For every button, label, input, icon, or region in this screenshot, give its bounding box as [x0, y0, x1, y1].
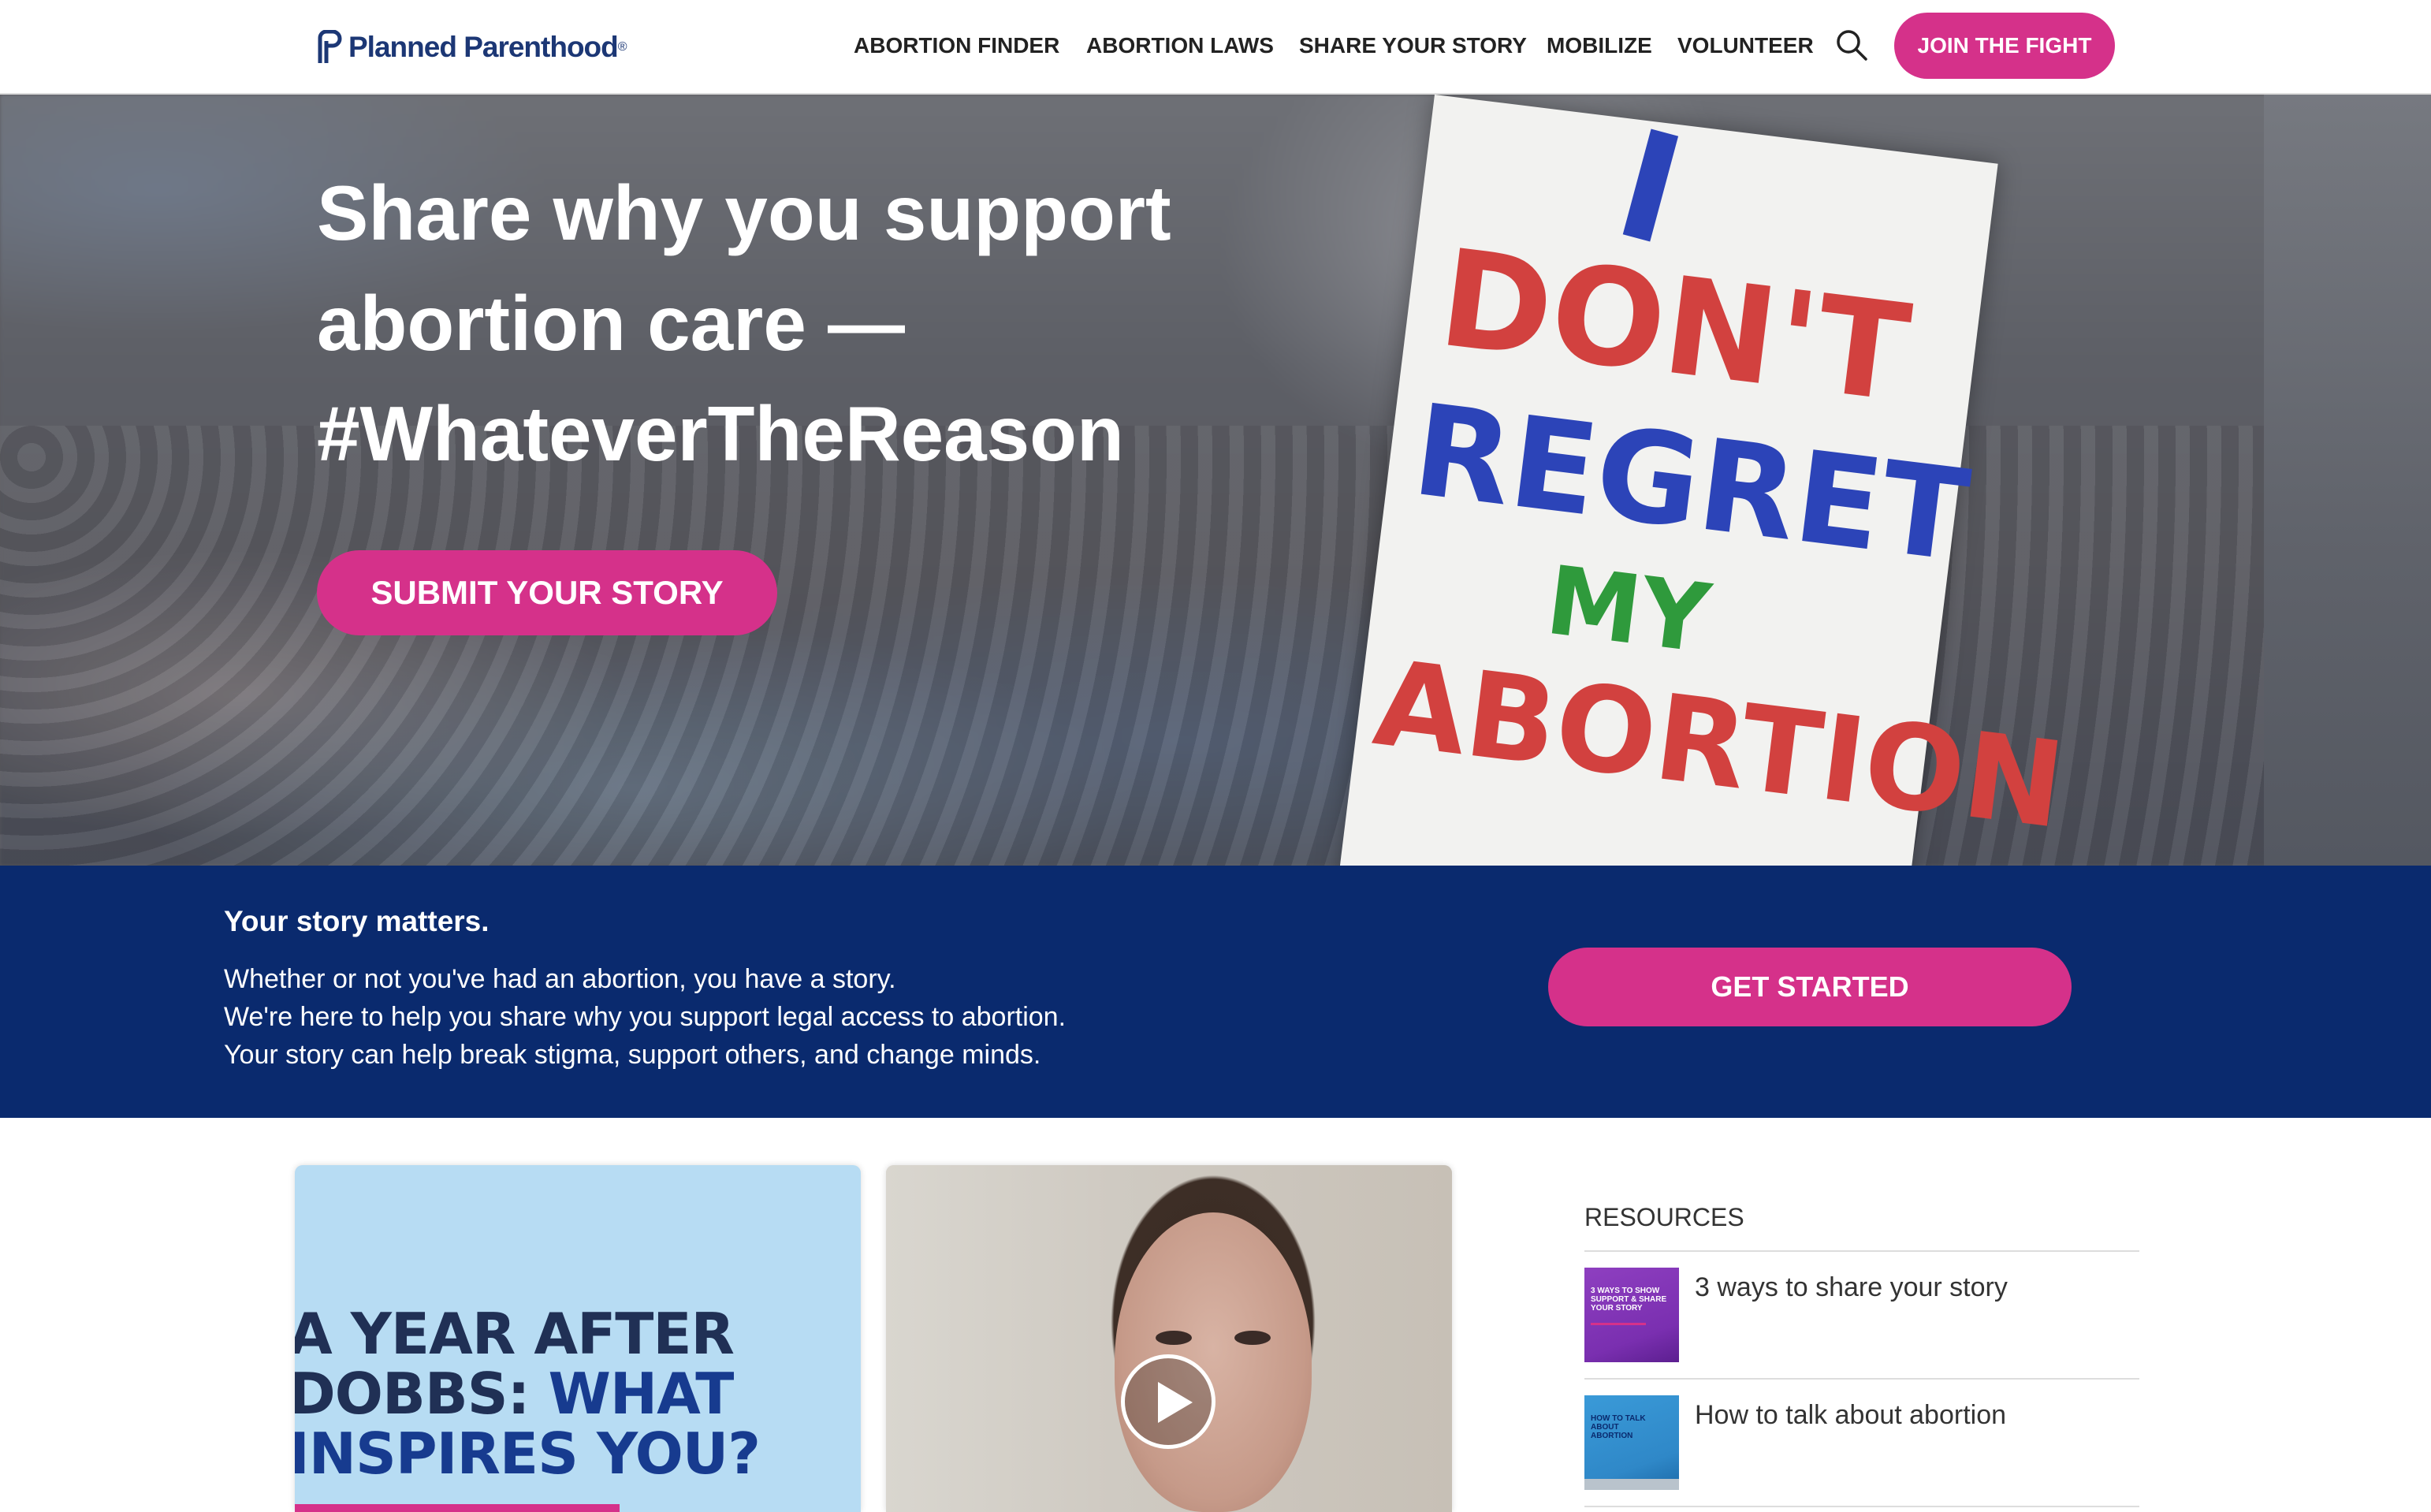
card-title-dark: DOBBS: — [295, 1361, 549, 1427]
video-person-eye — [1234, 1331, 1271, 1345]
band-description: Whether or not you've had an abortion, y… — [224, 960, 1066, 1074]
video-card[interactable] — [886, 1165, 1452, 1512]
hero-title-line: abortion care — — [317, 280, 906, 367]
planned-parenthood-logo[interactable]: Planned Parenthood ® — [315, 28, 627, 66]
hero-right-edge — [2264, 95, 2431, 866]
thumbnail-accent — [1591, 1323, 1646, 1325]
play-button[interactable] — [1121, 1354, 1216, 1449]
nav-abortion-finder[interactable]: ABORTION FINDER — [854, 28, 1059, 63]
story-matters-band: Your story matters. Whether or not you'v… — [0, 866, 2431, 1118]
resource-thumbnail-text: HOW TO TALK ABOUT ABORTION — [1591, 1414, 1646, 1440]
card-pink-underline — [295, 1504, 620, 1512]
get-started-button[interactable]: GET STARTED — [1548, 948, 2072, 1026]
logo-registered: ® — [617, 40, 627, 54]
card-title-line: INSPIRES YOU? — [295, 1421, 761, 1487]
join-the-fight-button[interactable]: JOIN THE FIGHT — [1894, 13, 2115, 79]
resources-sidebar: RESOURCES 3 WAYS TO SHOW SUPPORT & SHARE… — [1584, 1198, 2139, 1507]
card-title-blue: WHAT — [548, 1361, 734, 1427]
band-line: Whether or not you've had an abortion, y… — [224, 964, 896, 994]
video-person-eye — [1156, 1331, 1192, 1345]
resource-item[interactable]: 3 WAYS TO SHOW SUPPORT & SHARE YOUR STOR… — [1584, 1252, 2139, 1380]
dobbs-card-title: A YEAR AFTER DOBBS: WHAT INSPIRES YOU? — [295, 1301, 761, 1487]
protest-sign: I DON'T REGRET MY ABORTION — [1328, 95, 2071, 866]
search-button[interactable] — [1833, 27, 1870, 63]
site-header: Planned Parenthood ® ABORTION FINDER ABOR… — [0, 0, 2431, 95]
resource-item[interactable]: HOW TO TALK ABOUT ABORTION How to talk a… — [1584, 1380, 2139, 1507]
hero-title-line: #WhateverTheReason — [317, 390, 1124, 477]
hero-crowd-texture — [0, 426, 2431, 866]
resource-thumbnail-text: 3 WAYS TO SHOW SUPPORT & SHARE YOUR STOR… — [1591, 1287, 1667, 1313]
hero-title-line: Share why you support — [317, 169, 1171, 256]
resource-thumbnail: HOW TO TALK ABOUT ABORTION — [1584, 1395, 1679, 1490]
nav-share-your-story[interactable]: SHARE YOUR STORY — [1299, 28, 1527, 63]
resource-label: 3 ways to share your story — [1695, 1272, 2008, 1302]
resource-label: How to talk about abortion — [1695, 1400, 2007, 1430]
band-line: We're here to help you share why you sup… — [224, 1002, 1067, 1032]
band-line: Your story can help break stigma, suppor… — [224, 1040, 1041, 1070]
hero-banner: I DON'T REGRET MY ABORTION Share why you… — [0, 95, 2431, 866]
play-icon — [1158, 1382, 1193, 1423]
logo-text: Planned Parenthood — [348, 31, 619, 63]
resource-thumbnail: 3 WAYS TO SHOW SUPPORT & SHARE YOUR STOR… — [1584, 1268, 1679, 1362]
card-title-line: DOBBS: WHAT — [295, 1364, 760, 1424]
nav-mobilize[interactable]: MOBILIZE — [1547, 28, 1652, 63]
submit-your-story-button[interactable]: SUBMIT YOUR STORY — [317, 550, 777, 635]
nav-volunteer[interactable]: VOLUNTEER — [1677, 28, 1814, 63]
card-title-line: A YEAR AFTER — [295, 1301, 735, 1367]
band-heading: Your story matters. — [224, 905, 490, 937]
search-icon — [1837, 30, 1867, 61]
hero-title: Share why you support abortion care — #W… — [317, 158, 1294, 489]
dobbs-card[interactable]: A YEAR AFTER DOBBS: WHAT INSPIRES YOU? — [295, 1165, 861, 1512]
logo-mark-icon — [318, 30, 342, 63]
nav-abortion-laws[interactable]: ABORTION LAWS — [1086, 28, 1274, 63]
thumbnail-accent — [1584, 1479, 1679, 1490]
resources-heading: RESOURCES — [1584, 1198, 2139, 1252]
sign-word-4: MY — [1540, 546, 1716, 675]
